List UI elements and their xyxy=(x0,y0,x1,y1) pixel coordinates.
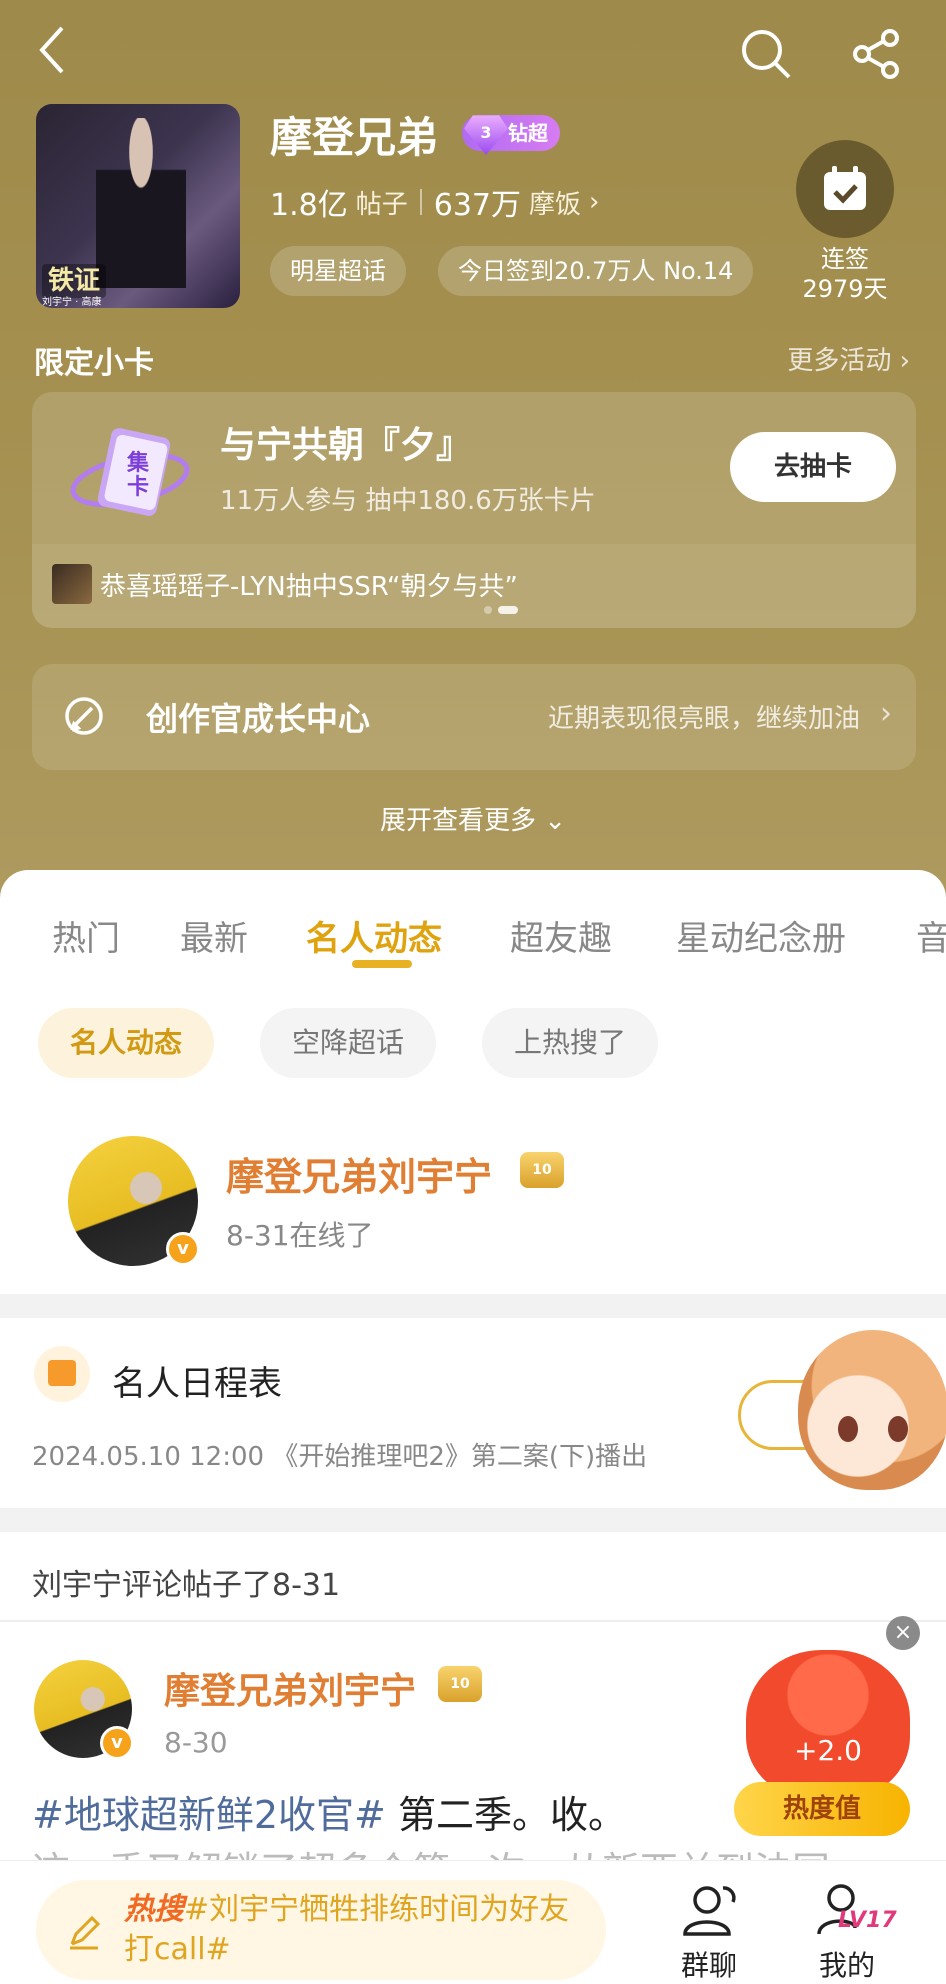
card-draw-title: 与宁共朝『夕』 xyxy=(220,425,473,466)
crown-level-icon: 10 xyxy=(520,1152,564,1188)
group-chat-label: 群聊 xyxy=(680,1949,737,1982)
checkin-streak-days: 2979天 xyxy=(802,275,888,303)
mascot-face-icon xyxy=(798,1330,946,1490)
carousel-dots xyxy=(484,606,518,614)
winner-ticker-text: 恭喜瑶瑶子-LYN抽中SSR“朝夕与共” xyxy=(100,571,518,602)
avatar xyxy=(52,564,92,604)
tab-music[interactable]: 音 xyxy=(916,911,946,960)
schedule-icon xyxy=(34,1346,90,1402)
group-chat-nav[interactable]: 群聊 xyxy=(654,1876,764,1984)
creator-pen-icon xyxy=(62,694,106,742)
fans-count[interactable]: 637万 xyxy=(434,180,521,224)
trending-topic-text: 热搜#刘宇宁牺牲排练时间为好友打call# xyxy=(124,1890,594,1970)
schedule-item: 2024.05.10 12:00 《开始推理吧2》第二案(下)播出 xyxy=(32,1442,648,1472)
fans-label[interactable]: 摩饭 xyxy=(529,184,581,221)
card-draw-subtitle: 11万人参与 抽中180.6万张卡片 xyxy=(220,486,596,516)
checkin-rank-pill[interactable]: 今日签到20.7万人 No.14 xyxy=(438,246,754,296)
draw-card-button[interactable]: 去抽卡 xyxy=(730,432,896,502)
checkin-streak: 连签 2979天 xyxy=(780,244,910,304)
tab-super-friends[interactable]: 超友趣 xyxy=(510,911,612,960)
posts-count: 1.8亿 xyxy=(270,188,348,223)
post-hashtag[interactable]: #地球超新鲜2收官# xyxy=(32,1793,386,1837)
expand-more-button[interactable]: 展开查看更多 ⌄ xyxy=(0,800,946,837)
profile-icon: LV17 xyxy=(792,1876,902,1944)
chevron-right-icon: › xyxy=(589,187,600,217)
category-pill[interactable]: 明星超话 xyxy=(270,246,406,296)
chip-trending[interactable]: 上热搜了 xyxy=(482,1008,659,1078)
super-topic-cover-image: 铁证 刘宇宁 · 高康 xyxy=(36,104,240,308)
more-activities-link[interactable]: 更多活动 › xyxy=(787,340,910,377)
verified-icon: v xyxy=(166,1232,200,1266)
diamond-icon: 3 xyxy=(464,115,508,155)
heat-value: +2.0 xyxy=(794,1734,862,1767)
pen-icon xyxy=(66,1914,102,1954)
tab-star-album[interactable]: 星动纪念册 xyxy=(676,911,846,960)
growth-center-title: 创作官成长中心 xyxy=(146,700,371,738)
heat-value-button[interactable]: 热度值 xyxy=(734,1782,910,1836)
tab-hot[interactable]: 热门 xyxy=(52,911,120,960)
winner-ticker: 恭喜瑶瑶子-LYN抽中SSR“朝夕与共” xyxy=(52,564,518,604)
post-text[interactable]: #地球超新鲜2收官# 第二季。收。 xyxy=(32,1784,626,1839)
post-author-name[interactable]: 摩登兄弟刘宇宁 xyxy=(164,1662,416,1714)
checkin-streak-label: 连签 xyxy=(821,245,869,273)
mine-label: 我的 xyxy=(818,1949,875,1982)
stats-row: 1.8亿 帖子 637万 摩饭 › xyxy=(270,180,599,224)
hot-search-tag: 热搜 xyxy=(124,1892,184,1927)
card-icon-text: 集卡 xyxy=(126,451,149,500)
stats-separator xyxy=(419,189,422,215)
posts-label: 帖子 xyxy=(355,189,408,220)
celebrity-status: 8-31在线了 xyxy=(226,1219,374,1252)
growth-center-subtitle: 近期表现很亮眼，继续加油 xyxy=(547,704,860,734)
level-badge: LV17 xyxy=(838,1908,897,1933)
heat-bag-icon[interactable] xyxy=(746,1650,910,1800)
close-icon[interactable]: × xyxy=(886,1616,920,1650)
share-icon[interactable] xyxy=(846,24,906,84)
group-chat-icon xyxy=(654,1876,764,1944)
content-tabs: 热门 最新 名人动态 超友趣 星动纪念册 音 xyxy=(0,900,946,970)
checkin-button[interactable] xyxy=(796,140,894,238)
diamond-badge-label: 钻超 xyxy=(508,121,548,145)
trending-topic-label: #刘宇宁牺牲排练时间为好友打call# xyxy=(124,1892,570,1967)
search-icon[interactable] xyxy=(736,24,796,84)
limited-card-section-title: 限定小卡 xyxy=(34,346,154,381)
chevron-right-icon: › xyxy=(899,346,910,376)
super-topic-name: 摩登兄弟 xyxy=(270,113,439,162)
expand-more-label: 展开查看更多 xyxy=(379,806,536,836)
section-divider xyxy=(0,1508,946,1532)
post-body: 第二季。收。 xyxy=(385,1793,626,1837)
verified-icon: v xyxy=(100,1726,134,1760)
comment-section-title: 刘宇宁评论帖子了8-31 xyxy=(32,1568,341,1603)
chevron-down-icon: ⌄ xyxy=(544,806,567,836)
post-text-line2: 这一季又解锁了超多个第一次，从新西兰到法国 xyxy=(32,1840,830,1862)
schedule-title: 名人日程表 xyxy=(112,1364,282,1404)
chip-airdrop-topic[interactable]: 空降超话 xyxy=(260,1008,437,1078)
post-date: 8-30 xyxy=(164,1726,228,1759)
tab-latest[interactable]: 最新 xyxy=(180,911,248,960)
more-activities-label: 更多活动 xyxy=(787,346,892,376)
celebrity-name[interactable]: 摩登兄弟刘宇宁 xyxy=(226,1146,492,1201)
cover-person xyxy=(96,118,186,288)
tab-celebrity-updates[interactable]: 名人动态 xyxy=(306,911,442,960)
chip-celebrity-updates[interactable]: 名人动态 xyxy=(38,1008,215,1078)
mine-nav[interactable]: LV17 我的 xyxy=(792,1876,902,1984)
back-icon[interactable] xyxy=(26,22,82,78)
creator-growth-center[interactable]: 创作官成长中心 近期表现很亮眼，继续加油 › xyxy=(32,664,916,770)
chevron-right-icon: › xyxy=(880,696,892,731)
cover-subtitle: 刘宇宁 · 高康 xyxy=(42,297,102,308)
active-tab-indicator xyxy=(352,960,412,968)
compose-post-input[interactable]: 热搜#刘宇宁牺牲排练时间为好友打call# xyxy=(36,1880,606,1980)
card-collection-icon: 集卡 xyxy=(68,418,198,528)
diamond-super-badge[interactable]: 3 钻超 xyxy=(462,115,560,155)
calendar-check-icon xyxy=(824,166,866,210)
card-draw-banner[interactable]: 集卡 与宁共朝『夕』 11万人参与 抽中180.6万张卡片 去抽卡 恭喜瑶瑶子-… xyxy=(32,392,916,628)
section-divider xyxy=(0,1294,946,1318)
crown-level-icon: 10 xyxy=(438,1666,482,1702)
mascot-floating-widget[interactable] xyxy=(738,1320,946,1530)
